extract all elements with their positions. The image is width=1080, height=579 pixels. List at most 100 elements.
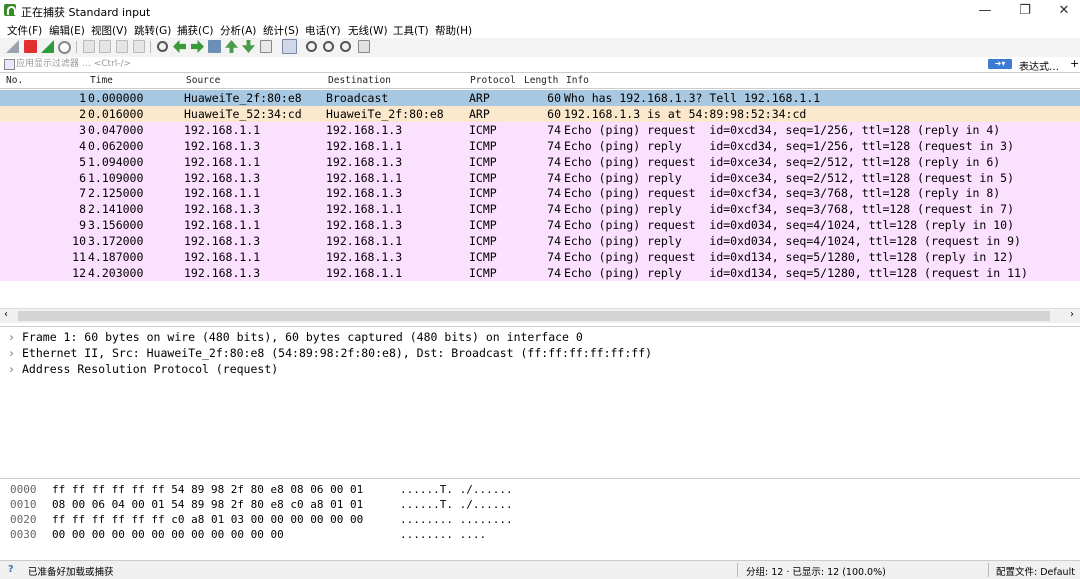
- packet-cell-time: 0.047000: [88, 122, 144, 137]
- scroll-right-icon[interactable]: ›: [1070, 309, 1074, 320]
- packet-cell-no: 9: [79, 218, 86, 233]
- packet-row[interactable]: 2 0.016000 HuaweiTe_52:34:cd HuaweiTe_2f:80…: [0, 105, 1080, 122]
- column-header-source[interactable]: Source: [186, 75, 220, 86]
- help-icon[interactable]: ?: [8, 564, 14, 575]
- save-file-icon[interactable]: [99, 40, 111, 53]
- zoom-in-icon[interactable]: [306, 41, 317, 52]
- menu-help[interactable]: 帮助(H): [435, 23, 472, 38]
- packet-cell-source: 192.168.1.3: [184, 170, 261, 185]
- expand-arrow-icon[interactable]: ›: [8, 345, 22, 361]
- go-first-icon[interactable]: [225, 40, 238, 53]
- display-filter-input[interactable]: 应用显示过滤器 … <Ctrl-/>: [2, 58, 996, 70]
- packet-cell-no: 5: [79, 154, 86, 169]
- packet-row[interactable]: 9 3.156000 192.168.1.1 192.168.1.3 ICMP 74 Ech…: [0, 217, 1080, 234]
- column-header-no[interactable]: No.: [6, 75, 23, 86]
- packet-cell-destination: 192.168.1.3: [326, 218, 403, 233]
- packet-cell-time: 3.156000: [88, 218, 144, 233]
- packet-row[interactable]: 11 4.187000 192.168.1.1 192.168.1.3 ICMP 74 Ec…: [0, 249, 1080, 265]
- minimize-button[interactable]: —: [966, 0, 1004, 21]
- column-header-time[interactable]: Time: [90, 75, 113, 86]
- detail-row-arp[interactable]: › Address Resolution Protocol (request): [8, 361, 278, 377]
- packet-cell-protocol: ICMP: [469, 265, 497, 280]
- shark-fin-start-icon[interactable]: [6, 40, 19, 53]
- go-back-icon[interactable]: [173, 40, 186, 53]
- go-forward-icon[interactable]: [191, 40, 204, 53]
- packet-cell-time: 1.094000: [88, 154, 144, 169]
- close-button[interactable]: ✕: [1045, 0, 1080, 21]
- menu-analyze[interactable]: 分析(A): [220, 23, 256, 38]
- profile-status[interactable]: 配置文件: Default: [996, 564, 1080, 578]
- packet-cell-info: Who has 192.168.1.3? Tell 192.168.1.1: [564, 91, 821, 105]
- expand-arrow-icon[interactable]: ›: [8, 329, 22, 345]
- packet-cell-time: 4.187000: [88, 250, 144, 264]
- packet-row[interactable]: 10 3.172000 192.168.1.3 192.168.1.1 ICMP 74 Ec…: [0, 233, 1080, 250]
- auto-scroll-icon[interactable]: [260, 40, 272, 53]
- close-file-icon[interactable]: [116, 40, 128, 53]
- column-header-info[interactable]: Info: [566, 75, 589, 86]
- filter-apply-arrow-icon[interactable]: ➔▾: [988, 59, 1012, 69]
- column-header-protocol[interactable]: Protocol: [470, 75, 516, 86]
- menu-file[interactable]: 文件(F): [7, 23, 42, 38]
- restart-capture-icon[interactable]: [41, 40, 54, 53]
- packet-row[interactable]: 6 1.109000 192.168.1.3 192.168.1.1 ICMP 74 Ech…: [0, 169, 1080, 186]
- packet-cell-source: 192.168.1.1: [184, 186, 261, 201]
- packet-cell-protocol: ARP: [469, 91, 490, 105]
- packet-cell-length: 74: [547, 250, 561, 264]
- bytes-offset: 0020: [10, 513, 37, 526]
- packet-row[interactable]: 1 0.000000 HuaweiTe_2f:80:e8 Broadcast ARP 60…: [0, 90, 1080, 106]
- status-bar: ? 已准备好加载或捕获 分组: 12 · 已显示: 12 (100.0%) 配置…: [0, 560, 1080, 579]
- packet-row[interactable]: 4 0.062000 192.168.1.3 192.168.1.1 ICMP 74 Ech…: [0, 137, 1080, 154]
- resize-columns-icon[interactable]: [358, 40, 370, 53]
- packet-cell-info: Echo (ping) reply id=0xce34, seq=2/512, …: [564, 170, 1015, 185]
- expand-arrow-icon[interactable]: ›: [8, 361, 22, 377]
- zoom-out-icon[interactable]: [323, 41, 334, 52]
- colorize-icon[interactable]: [282, 39, 297, 54]
- packet-cell-length: 74: [547, 265, 561, 280]
- status-message: 已准备好加载或捕获: [28, 567, 114, 578]
- menu-go[interactable]: 跳转(G): [134, 23, 171, 38]
- menu-tools[interactable]: 工具(T): [393, 23, 429, 38]
- scroll-left-icon[interactable]: ‹: [4, 309, 8, 320]
- packet-cell-source: 192.168.1.1: [184, 154, 261, 169]
- packet-cell-protocol: ARP: [469, 106, 490, 121]
- packet-row[interactable]: 3 0.047000 192.168.1.1 192.168.1.3 ICMP 74 Ech…: [0, 121, 1080, 138]
- add-filter-button[interactable]: +: [1070, 57, 1079, 70]
- menu-view[interactable]: 视图(V): [91, 23, 127, 38]
- menu-capture[interactable]: 捕获(C): [177, 23, 214, 38]
- open-file-icon[interactable]: [83, 40, 95, 53]
- title-bar: 正在捕获 Standard input — ❐ ✕: [0, 0, 1080, 21]
- packet-cell-time: 2.141000: [88, 202, 144, 217]
- detail-row-ethernet[interactable]: › Ethernet II, Src: HuaweiTe_2f:80:e8 (54…: [8, 345, 652, 361]
- packet-row[interactable]: 12 4.203000 192.168.1.3 192.168.1.1 ICMP 74 Ec…: [0, 264, 1080, 281]
- go-to-packet-icon[interactable]: [208, 40, 221, 53]
- packet-cell-time: 3.172000: [88, 234, 144, 249]
- column-header-length[interactable]: Length: [524, 75, 558, 86]
- find-packet-icon[interactable]: [157, 41, 168, 52]
- packet-cell-info: Echo (ping) reply id=0xd134, seq=5/1280,…: [564, 265, 1028, 280]
- zoom-normal-icon[interactable]: [340, 41, 351, 52]
- capture-options-icon[interactable]: [58, 41, 71, 54]
- scrollbar-thumb[interactable]: [18, 311, 1050, 321]
- packet-cell-length: 74: [547, 170, 561, 185]
- stop-capture-icon[interactable]: [24, 40, 37, 53]
- packet-list: No. Time Source Destination Protocol Len…: [0, 73, 1080, 308]
- packet-list-hscrollbar[interactable]: ‹ ›: [0, 308, 1080, 323]
- menu-telephony[interactable]: 电话(Y): [305, 23, 341, 38]
- detail-row-frame[interactable]: › Frame 1: 60 bytes on wire (480 bits), 6…: [8, 329, 583, 345]
- packet-row[interactable]: 7 2.125000 192.168.1.1 192.168.1.3 ICMP 74 Ech…: [0, 185, 1080, 202]
- go-last-icon[interactable]: [242, 40, 255, 53]
- column-header-destination[interactable]: Destination: [328, 75, 391, 86]
- expression-button[interactable]: 表达式…: [1019, 58, 1059, 73]
- packet-cell-destination: 192.168.1.1: [326, 202, 403, 217]
- packet-row[interactable]: 5 1.094000 192.168.1.1 192.168.1.3 ICMP 74 Ech…: [0, 153, 1080, 170]
- packet-row[interactable]: 8 2.141000 192.168.1.3 192.168.1.1 ICMP 74 Ech…: [0, 201, 1080, 218]
- reload-file-icon[interactable]: [133, 40, 145, 53]
- packet-cell-length: 74: [547, 234, 561, 249]
- menu-statistics[interactable]: 统计(S): [263, 23, 299, 38]
- maximize-button[interactable]: ❐: [1006, 0, 1044, 21]
- packet-cell-time: 2.125000: [88, 186, 144, 201]
- packet-cell-length: 74: [547, 122, 561, 137]
- menu-edit[interactable]: 编辑(E): [49, 23, 85, 38]
- menu-wireless[interactable]: 无线(W): [348, 23, 388, 38]
- bytes-offset: 0010: [10, 498, 37, 511]
